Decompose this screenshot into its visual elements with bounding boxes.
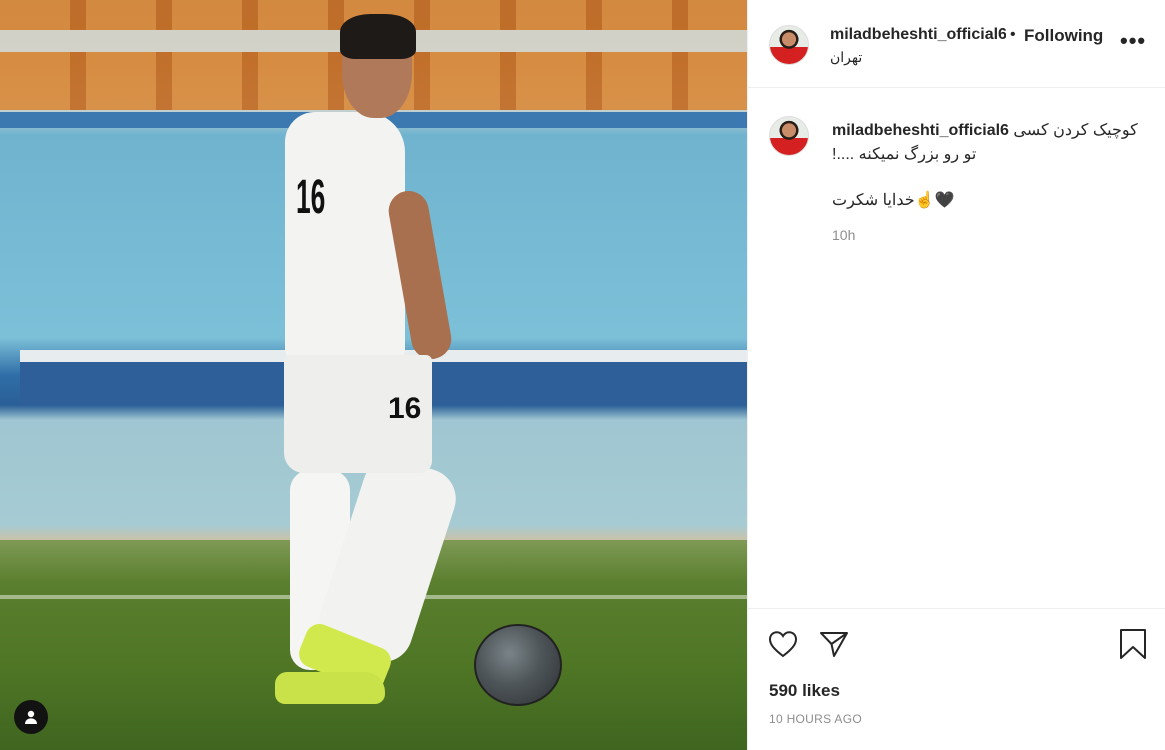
caption-line-1: کوچیک کردن کسی	[1013, 122, 1138, 139]
header-username[interactable]: miladbeheshti_official6	[830, 26, 1006, 44]
bookmark-icon[interactable]	[1116, 627, 1150, 661]
caption-area: miladbeheshti_official6 کوچیک کردن کسی ت…	[748, 89, 1165, 609]
shorts-number: 16	[388, 392, 422, 425]
caption-username[interactable]: miladbeheshti_official6	[832, 122, 1009, 139]
location-link[interactable]: تهران	[830, 49, 862, 66]
avatar[interactable]	[769, 116, 809, 156]
paper-plane-icon[interactable]	[817, 627, 851, 661]
jersey-number: 16	[296, 171, 326, 224]
post-photo[interactable]: 16 16	[0, 0, 747, 750]
football	[474, 624, 562, 706]
player-boot	[275, 672, 385, 704]
caption-timestamp[interactable]: 10h	[832, 227, 855, 243]
caption-emoji: ☝️🖤	[914, 192, 955, 209]
post-header: miladbeheshti_official6 • Following تهرا…	[748, 0, 1165, 88]
likes-count[interactable]: 590 likes	[769, 681, 840, 701]
post-side-panel: miladbeheshti_official6 • Following تهرا…	[747, 0, 1165, 750]
heart-icon[interactable]	[766, 627, 800, 661]
caption-line-3: خدایا شکرت	[832, 192, 915, 209]
following-button[interactable]: Following	[1024, 26, 1103, 46]
separator-dot: •	[1010, 26, 1016, 43]
player-shirt	[285, 112, 405, 360]
post-actions: 590 likes 10 HOURS AGO	[748, 608, 1165, 750]
caption-line-2: تو رو بزرگ نمیکنه ....!	[832, 146, 977, 163]
post-time-ago[interactable]: 10 HOURS AGO	[769, 712, 862, 726]
player-hair	[340, 14, 416, 59]
user-tag-icon[interactable]	[14, 700, 48, 734]
more-options-icon[interactable]: •••	[1120, 28, 1146, 54]
caption: miladbeheshti_official6 کوچیک کردن کسی ت…	[832, 119, 1150, 213]
avatar[interactable]	[769, 25, 809, 65]
